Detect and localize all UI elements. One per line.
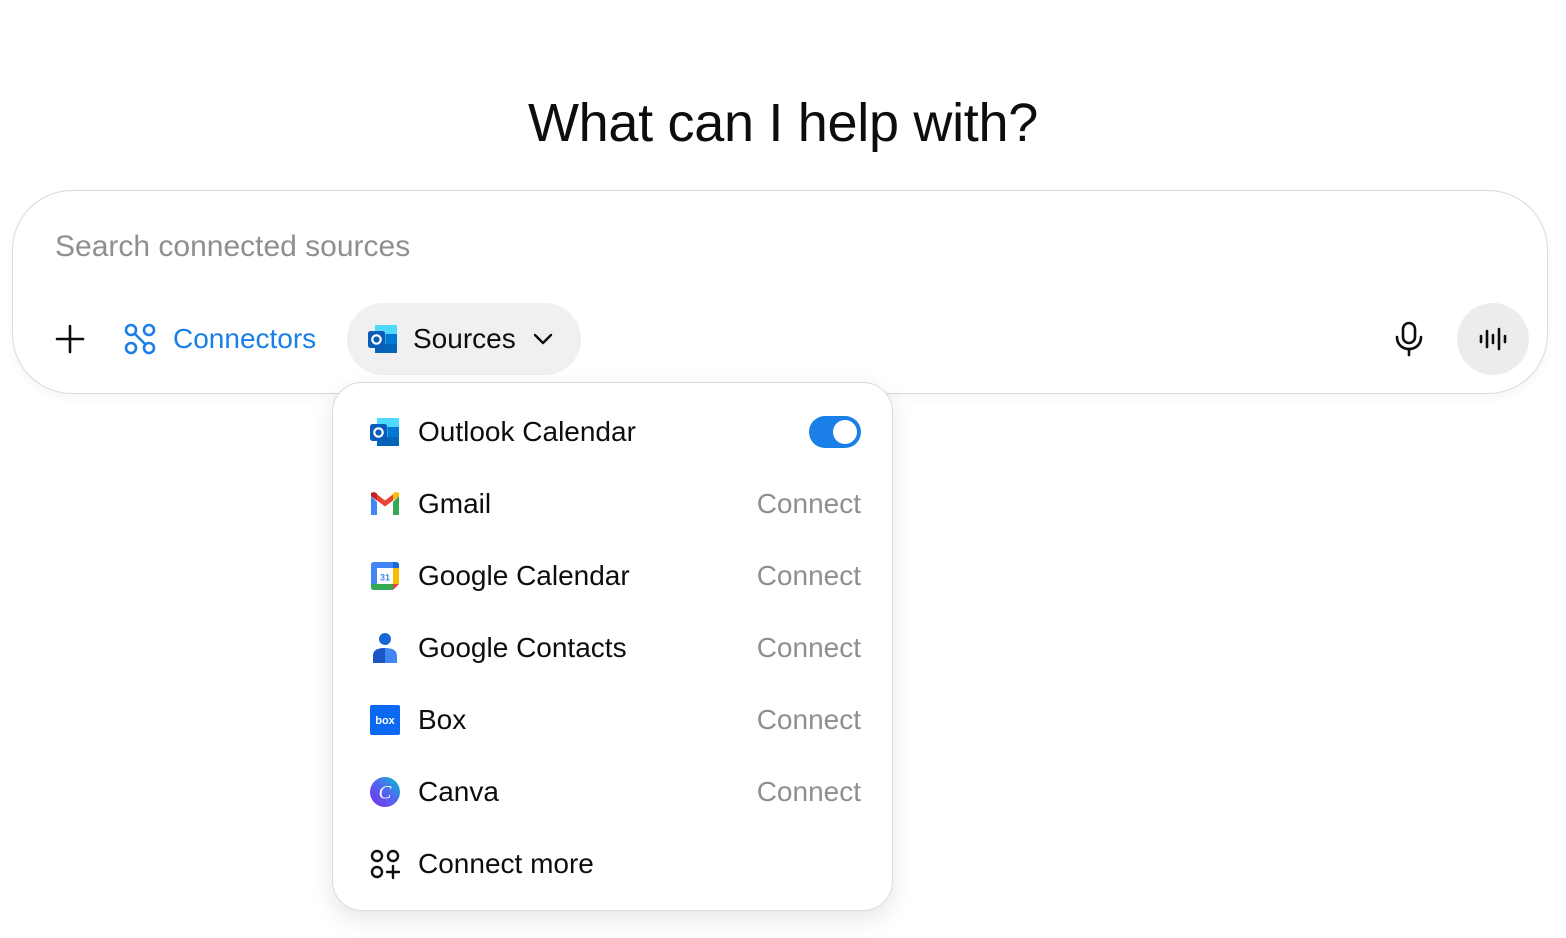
connectors-label: Connectors xyxy=(173,323,317,354)
source-label: Outlook Calendar xyxy=(418,416,636,447)
connect-button[interactable]: Connect xyxy=(757,560,861,592)
voice-waveform-icon xyxy=(1479,327,1507,351)
sources-dropdown-button[interactable]: Sources xyxy=(347,303,581,375)
search-input[interactable] xyxy=(55,223,1355,271)
source-item-gmail[interactable]: Gmail Connect xyxy=(333,472,892,536)
connect-button[interactable]: Connect xyxy=(757,776,861,808)
canva-icon-text: C xyxy=(379,783,392,804)
source-label: Canva xyxy=(418,776,499,807)
microphone-icon xyxy=(1395,321,1423,357)
source-label: Google Calendar xyxy=(418,560,630,591)
page: What can I help with? Connectors xyxy=(0,0,1566,938)
sources-label: Sources xyxy=(413,323,516,354)
composer: Connectors Sources xyxy=(12,190,1548,394)
canva-icon: C xyxy=(369,776,401,808)
google-calendar-icon: 31 xyxy=(369,560,401,592)
connect-button[interactable]: Connect xyxy=(757,632,861,664)
source-item-google-contacts[interactable]: Google Contacts Connect xyxy=(333,616,892,680)
outlook-icon xyxy=(369,416,401,448)
voice-mode-button[interactable] xyxy=(1457,303,1529,375)
connect-more-label: Connect more xyxy=(418,848,594,879)
outlook-calendar-toggle[interactable] xyxy=(809,416,861,448)
box-icon-text: box xyxy=(375,715,395,727)
toggle-knob xyxy=(833,420,857,444)
sources-menu: Outlook Calendar Gmail Connect 31 Google… xyxy=(332,382,893,911)
connectors-button[interactable]: Connectors xyxy=(123,307,316,371)
page-title: What can I help with? xyxy=(528,93,1038,154)
plus-icon xyxy=(55,324,85,354)
google-contacts-icon xyxy=(369,632,401,664)
connect-button[interactable]: Connect xyxy=(757,704,861,736)
source-item-outlook-calendar[interactable]: Outlook Calendar xyxy=(333,400,892,464)
source-label: Google Contacts xyxy=(418,632,627,663)
source-item-google-calendar[interactable]: 31 Google Calendar Connect xyxy=(333,544,892,608)
connect-more-item[interactable]: Connect more xyxy=(333,832,892,896)
google-calendar-icon-text: 31 xyxy=(380,573,390,583)
outlook-icon xyxy=(368,325,397,353)
gmail-icon xyxy=(369,488,401,520)
source-label: Box xyxy=(418,704,467,735)
connect-button[interactable]: Connect xyxy=(757,488,861,520)
add-button[interactable] xyxy=(47,311,93,367)
connectors-icon xyxy=(124,323,156,355)
source-item-canva[interactable]: C Canva Connect xyxy=(333,760,892,824)
chevron-down-icon xyxy=(533,333,552,345)
apps-plus-icon xyxy=(369,848,401,880)
source-label: Gmail xyxy=(418,488,492,519)
source-item-box[interactable]: box Box Connect xyxy=(333,688,892,752)
dictate-button[interactable] xyxy=(1385,303,1433,375)
box-icon: box xyxy=(369,704,401,736)
